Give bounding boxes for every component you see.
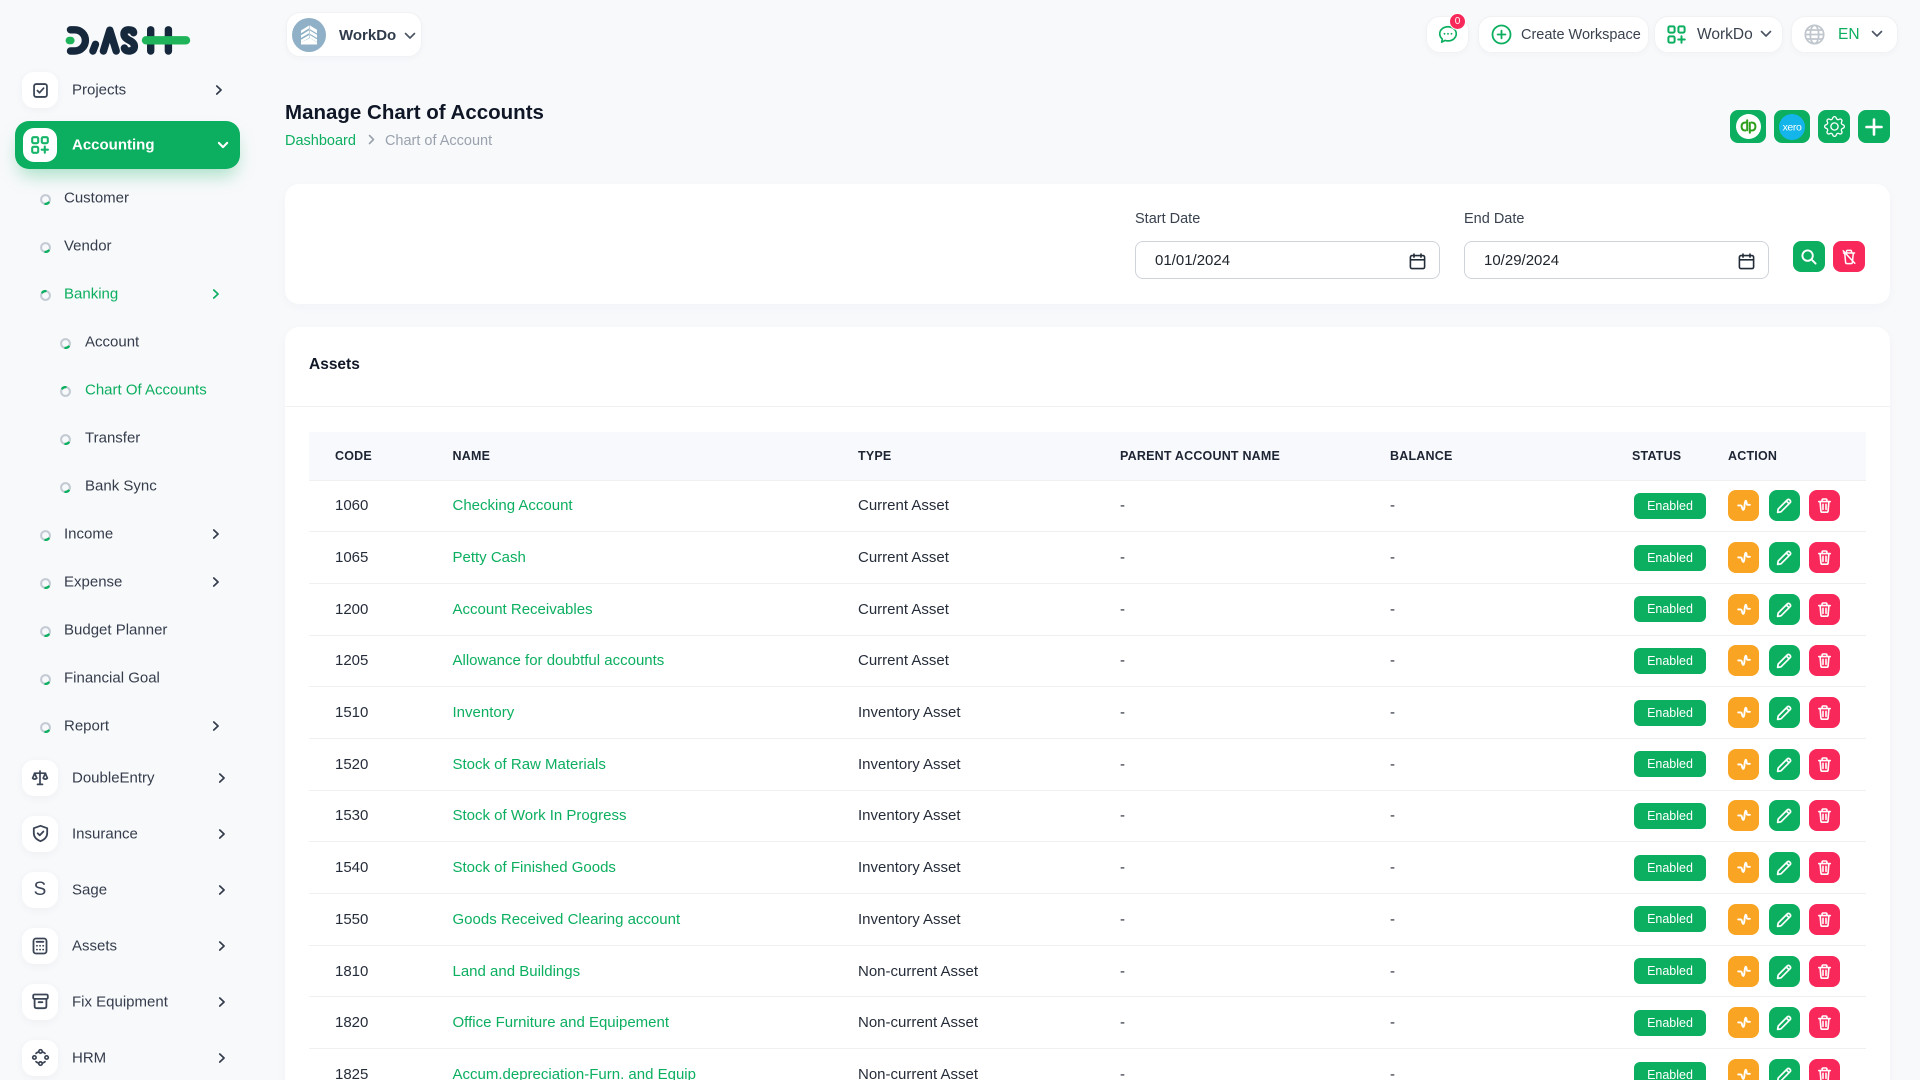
svg-text:xero: xero [1783, 121, 1802, 133]
